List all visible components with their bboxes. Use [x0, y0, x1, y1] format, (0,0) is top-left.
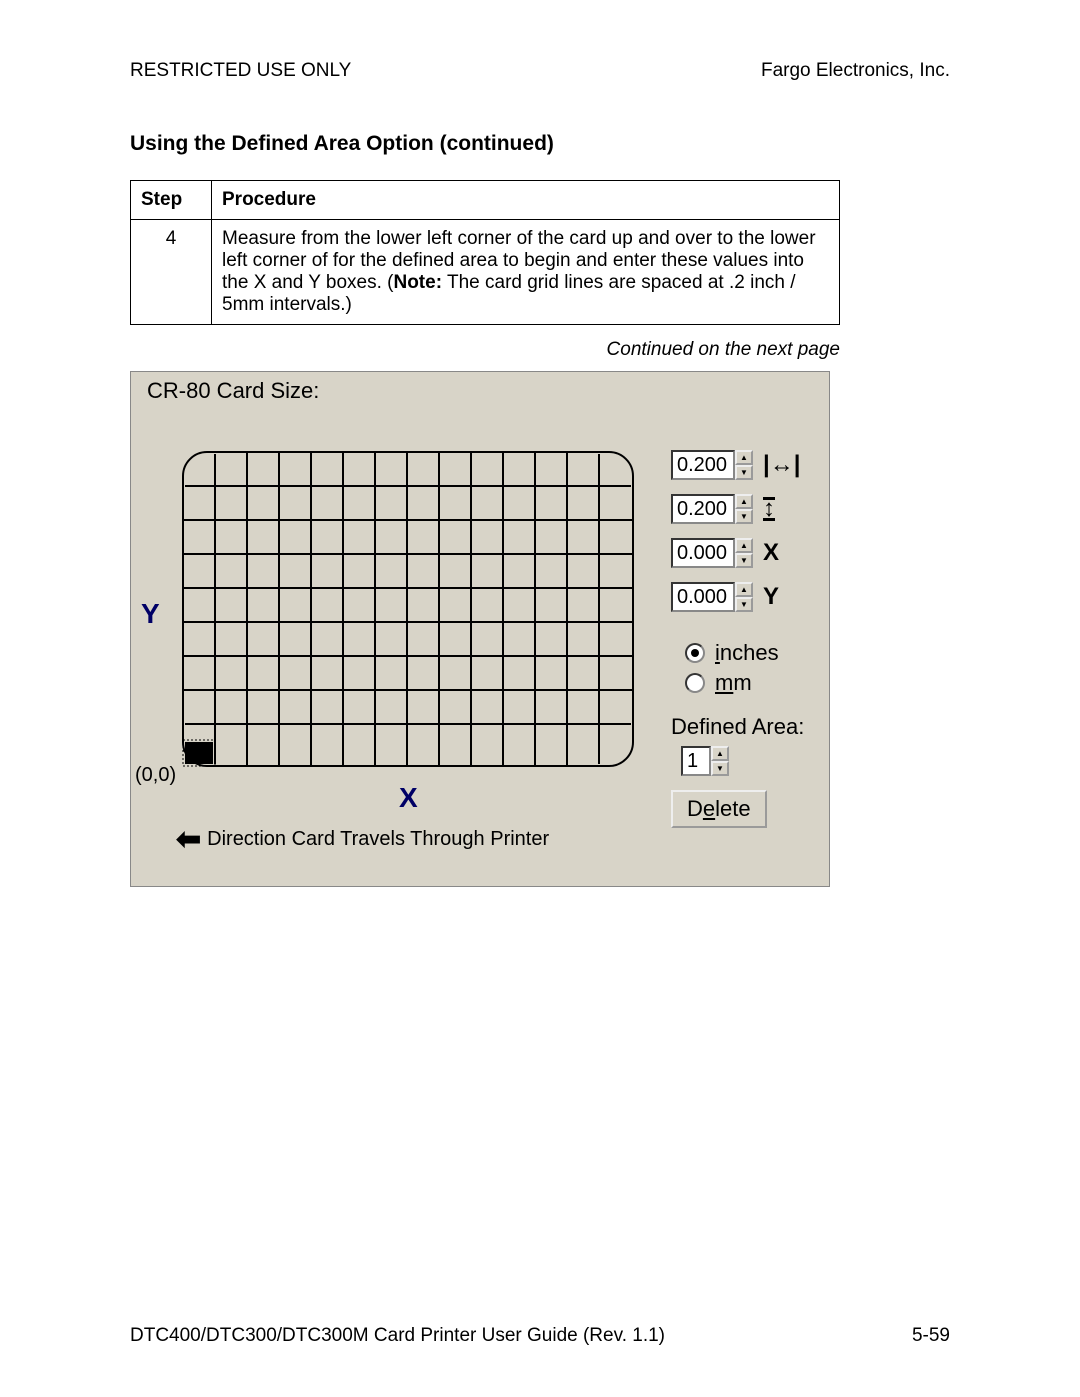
delete-mnemonic: e: [703, 796, 715, 821]
table-row: 4 Measure from the lower left corner of …: [131, 220, 840, 325]
units-inches-radio[interactable]: inches: [685, 640, 819, 666]
page-header: RESTRICTED USE ONLY Fargo Electronics, I…: [130, 60, 950, 82]
y-stepper[interactable]: ▲ ▼: [735, 582, 753, 612]
width-spinner-row: 0.200 ▲ ▼ |↔|: [671, 450, 819, 480]
defined-area-spinner: 1 ▲ ▼: [681, 746, 819, 776]
height-icon: ↕: [763, 497, 775, 521]
height-spinner-row: 0.200 ▲ ▼ ↕: [671, 494, 819, 524]
units-mm-radio[interactable]: mm: [685, 670, 819, 696]
col-step: Step: [131, 181, 212, 220]
footer-right: 5-59: [912, 1325, 950, 1347]
spin-up-icon[interactable]: ▲: [735, 494, 753, 509]
x-input[interactable]: 0.000: [671, 538, 735, 568]
header-left: RESTRICTED USE ONLY: [130, 60, 351, 82]
continued-note: Continued on the next page: [130, 339, 840, 361]
spin-down-icon[interactable]: ▼: [735, 465, 753, 480]
origin-label: (0,0): [135, 764, 176, 787]
defined-area-stepper[interactable]: ▲ ▼: [711, 746, 729, 776]
x-icon: X: [763, 539, 779, 567]
y-axis-label: Y: [141, 598, 160, 630]
delete-after: lete: [715, 796, 750, 821]
width-stepper[interactable]: ▲ ▼: [735, 450, 753, 480]
spin-up-icon[interactable]: ▲: [735, 450, 753, 465]
card-direction-row: ⬅ Direction Card Travels Through Printer: [176, 828, 549, 851]
mm-label: m: [733, 670, 751, 695]
procedure-table: Step Procedure 4 Measure from the lower …: [130, 180, 840, 325]
height-stepper[interactable]: ▲ ▼: [735, 494, 753, 524]
width-input[interactable]: 0.200: [671, 450, 735, 480]
defined-area-input[interactable]: 1: [681, 746, 711, 776]
note-label: Note:: [393, 272, 442, 293]
controls-column: 0.200 ▲ ▼ |↔| 0.200 ▲ ▼ ↕ 0.00: [671, 412, 819, 872]
delete-button[interactable]: Delete: [671, 790, 767, 828]
defined-area-label: Defined Area:: [671, 714, 819, 740]
mm-mnemonic: m: [715, 670, 733, 695]
card-grid-area: Y (0,0) X ⬅ Direction Card Travels Throu…: [141, 412, 671, 872]
header-right: Fargo Electronics, Inc.: [761, 60, 950, 82]
radio-checked-icon: [685, 643, 705, 663]
col-procedure: Procedure: [212, 181, 840, 220]
step-number: 4: [131, 220, 212, 325]
y-spinner-row: 0.000 ▲ ▼ Y: [671, 582, 819, 612]
inches-label: nches: [720, 640, 779, 665]
spin-up-icon[interactable]: ▲: [735, 582, 753, 597]
panel-title: CR-80 Card Size:: [147, 378, 819, 404]
width-icon: |↔|: [763, 451, 800, 479]
page-footer: DTC400/DTC300/DTC300M Card Printer User …: [130, 1325, 950, 1347]
spin-down-icon[interactable]: ▼: [711, 761, 729, 776]
delete-before: D: [687, 796, 703, 821]
x-spinner-row: 0.000 ▲ ▼ X: [671, 538, 819, 568]
footer-left: DTC400/DTC300/DTC300M Card Printer User …: [130, 1325, 665, 1347]
section-title: Using the Defined Area Option (continued…: [130, 132, 950, 156]
radio-unchecked-icon: [685, 673, 705, 693]
y-input[interactable]: 0.000: [671, 582, 735, 612]
x-stepper[interactable]: ▲ ▼: [735, 538, 753, 568]
spin-down-icon[interactable]: ▼: [735, 509, 753, 524]
spin-up-icon[interactable]: ▲: [711, 746, 729, 761]
left-arrow-icon: ⬅: [176, 830, 201, 850]
spin-up-icon[interactable]: ▲: [735, 538, 753, 553]
y-icon: Y: [763, 583, 779, 611]
x-axis-label: X: [399, 782, 418, 814]
height-input[interactable]: 0.200: [671, 494, 735, 524]
procedure-text: Measure from the lower left corner of th…: [212, 220, 840, 325]
spin-down-icon[interactable]: ▼: [735, 597, 753, 612]
spin-down-icon[interactable]: ▼: [735, 553, 753, 568]
card-size-panel: CR-80 Card Size:: [130, 371, 830, 887]
direction-text: Direction Card Travels Through Printer: [207, 828, 549, 851]
